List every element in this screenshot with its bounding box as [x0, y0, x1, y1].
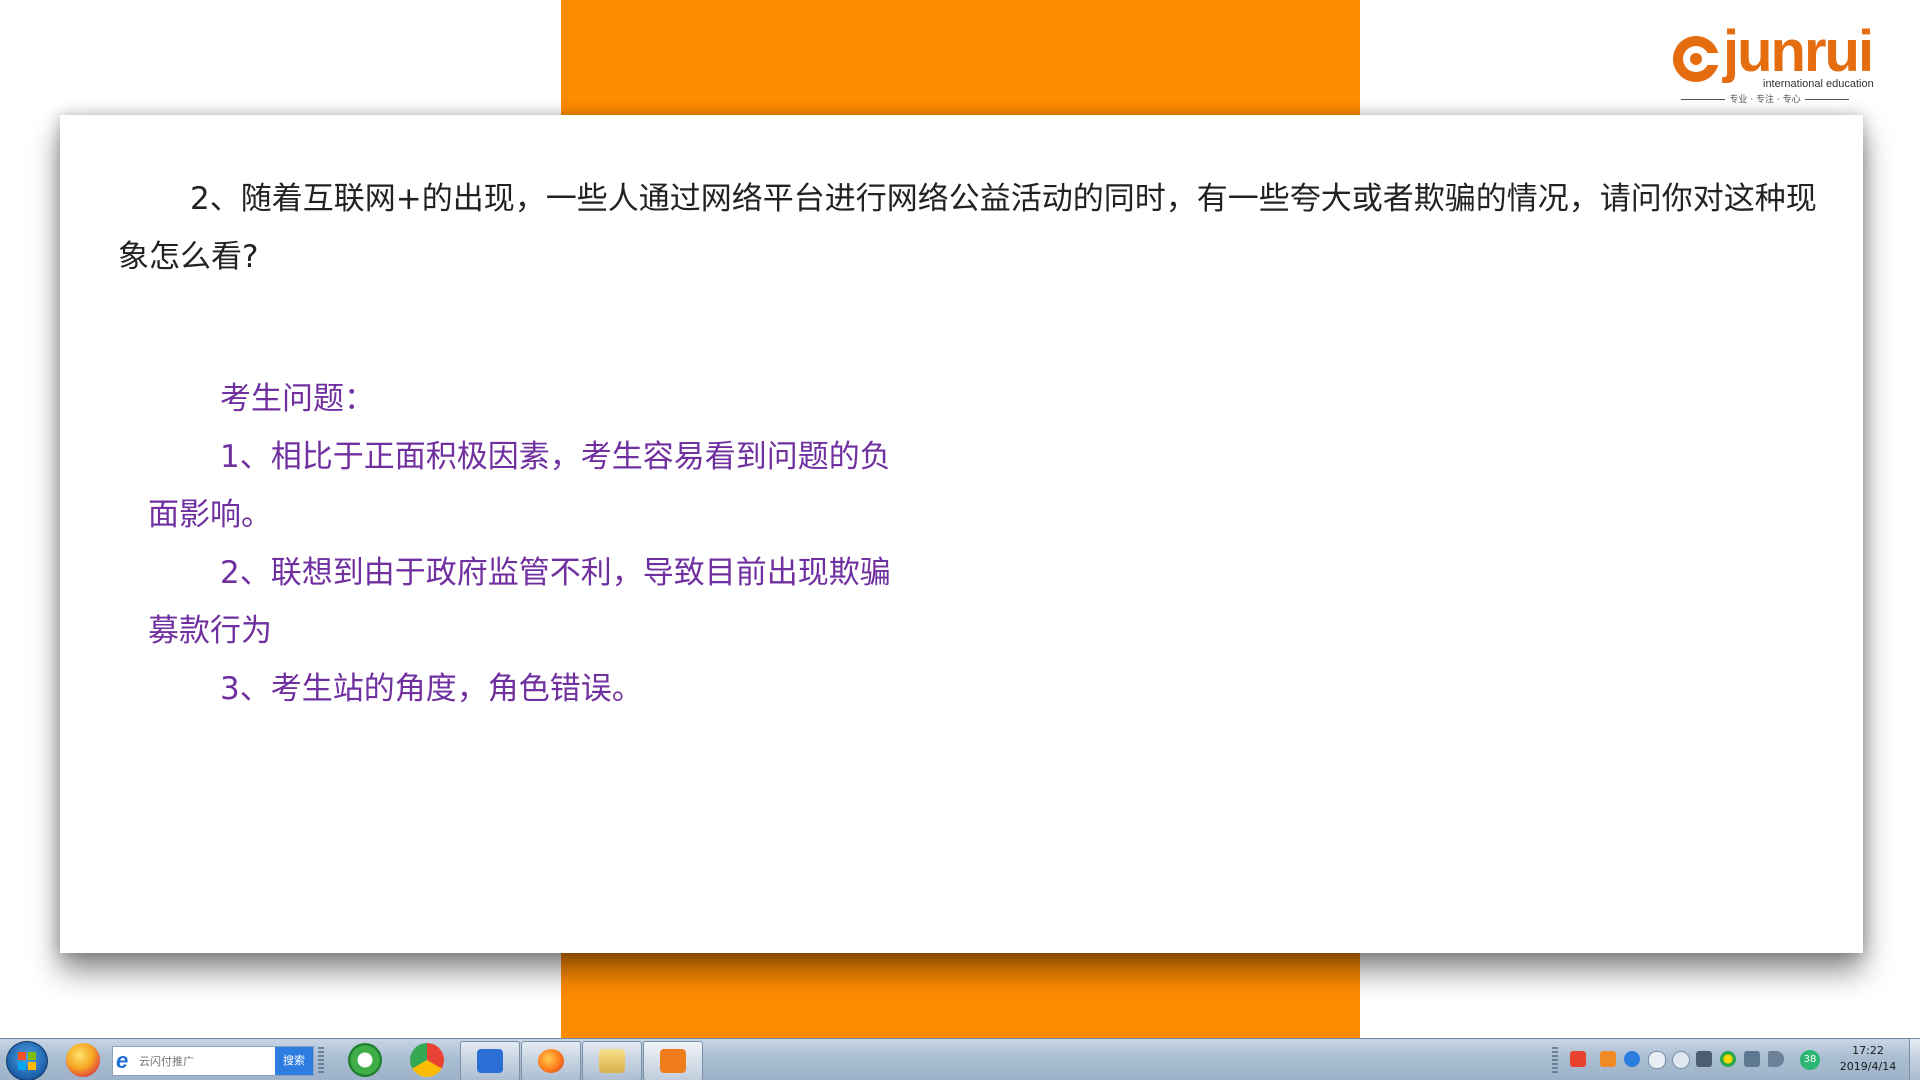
start-button[interactable] [6, 1041, 48, 1080]
keyboard-icon[interactable] [1696, 1051, 1712, 1067]
chat-icon[interactable] [1672, 1051, 1690, 1069]
firefox-icon [538, 1049, 564, 1073]
volume-icon[interactable] [1768, 1051, 1784, 1067]
media-player-icon [660, 1049, 686, 1073]
logo-wordmark: junrui [1723, 19, 1874, 84]
logo-c-mark-icon [1673, 36, 1721, 82]
toolbar-grip[interactable] [318, 1047, 324, 1073]
taskbar-firefox-button[interactable] [521, 1041, 581, 1080]
taskbar-search-box: e 搜索 [112, 1046, 314, 1076]
analysis-block: 考生问题： 1、相比于正面积极因素，考生容易看到问题的负 面影响。 2、联想到由… [148, 370, 908, 718]
ie-search-icon: e [116, 1048, 129, 1073]
ime-chinese-icon[interactable] [1600, 1051, 1616, 1067]
slide-card: 2、随着互联网+的出现，一些人通过网络平台进行网络公益活动的同时，有一些夸大或者… [60, 115, 1863, 953]
qq-icon[interactable] [66, 1043, 100, 1077]
taskbar-clock[interactable]: 17:22 2019/4/14 [1822, 1043, 1914, 1075]
logo-tagline: 专业 · 专注 · 专心 [1667, 92, 1863, 105]
network-shield-icon[interactable] [1624, 1051, 1640, 1067]
taskbar-player-button[interactable] [643, 1041, 703, 1080]
tray-grip[interactable] [1552, 1047, 1558, 1073]
taskbar-explorer-button[interactable] [582, 1041, 642, 1080]
cloud-icon[interactable] [1648, 1051, 1666, 1069]
taskbar: e 搜索 38 17:22 2019/4 [0, 1038, 1920, 1080]
clock-date: 2019/4/14 [1839, 1060, 1897, 1073]
logo-subtitle: international education [1763, 78, 1874, 90]
taskbar-search-button[interactable]: 搜索 [275, 1047, 313, 1075]
screen: junrui international education 专业 · 专注 ·… [0, 0, 1920, 1080]
analysis-item-2-continued: 募款行为 [148, 613, 272, 649]
chrome-icon[interactable] [410, 1043, 444, 1077]
notification-badge[interactable]: 38 [1800, 1050, 1820, 1070]
sogou-input-icon[interactable] [1570, 1051, 1586, 1067]
question-text: 2、随着互联网+的出现，一些人通过网络平台进行网络公益活动的同时，有一些夸大或者… [118, 181, 1817, 275]
junrui-logo: junrui international education 专业 · 专注 ·… [1665, 20, 1874, 105]
wps-writer-icon [477, 1049, 503, 1073]
analysis-item-1: 1、相比于正面积极因素，考生容易看到问题的负 [220, 439, 891, 475]
analysis-item-3: 3、考生站的角度，角色错误。 [220, 671, 643, 707]
show-desktop-button[interactable] [1909, 1039, 1920, 1080]
security-icon[interactable] [1720, 1051, 1736, 1067]
clock-time: 17:22 [1852, 1044, 1884, 1057]
analysis-item-2: 2、联想到由于政府监管不利，导致目前出现欺骗 [220, 555, 891, 591]
taskbar-search-input[interactable] [137, 1049, 286, 1073]
file-explorer-icon [599, 1049, 625, 1073]
ie-browser-icon[interactable] [348, 1043, 382, 1077]
analysis-heading: 考生问题： [220, 381, 375, 417]
network-icon[interactable] [1744, 1051, 1760, 1067]
windows-orb-icon [18, 1052, 36, 1070]
taskbar-wps-button[interactable] [460, 1041, 520, 1080]
analysis-item-1-continued: 面影响。 [148, 497, 272, 533]
